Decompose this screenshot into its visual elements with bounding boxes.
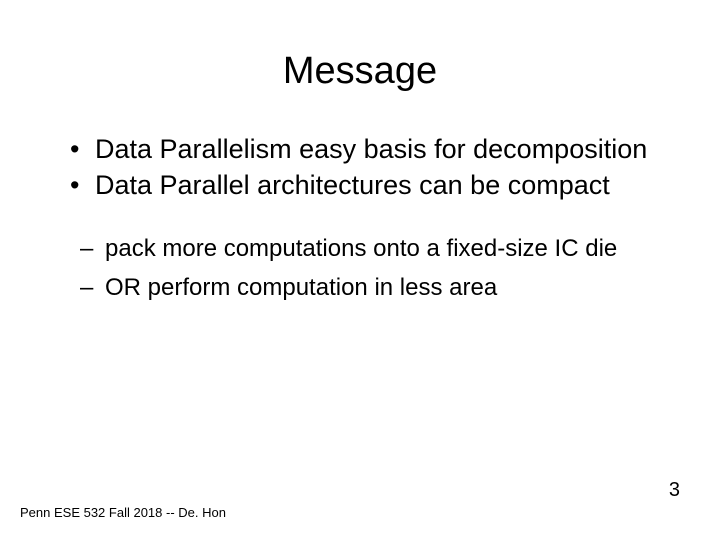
bullet-item: Data Parallelism easy basis for decompos… (70, 133, 670, 167)
sub-bullet-item: pack more computations onto a fixed-size… (80, 233, 670, 264)
footer-text: Penn ESE 532 Fall 2018 -- De. Hon (20, 505, 226, 520)
slide-title: Message (50, 50, 670, 93)
slide: Message Data Parallelism easy basis for … (0, 0, 720, 540)
page-number: 3 (669, 479, 680, 502)
bullet-list: Data Parallelism easy basis for decompos… (50, 133, 670, 203)
sub-bullet-list: pack more computations onto a fixed-size… (50, 233, 670, 303)
bullet-item: Data Parallel architectures can be compa… (70, 169, 670, 203)
sub-bullet-item: OR perform computation in less area (80, 272, 670, 303)
